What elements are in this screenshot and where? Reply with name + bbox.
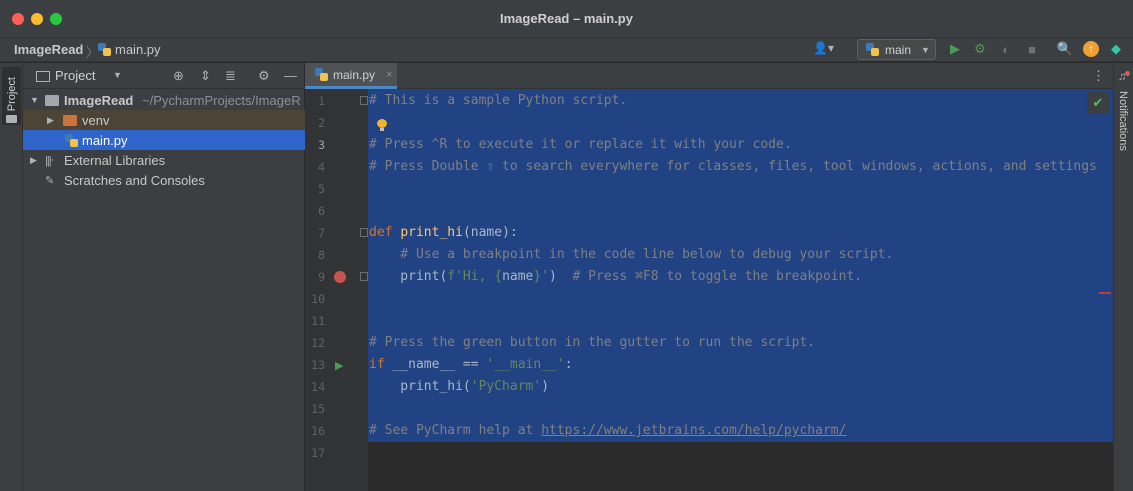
tab-main-py[interactable]: main.py × [305, 63, 397, 89]
expand-all-icon[interactable]: ⇕ [200, 68, 211, 84]
line-number: 2 [318, 116, 325, 130]
tree-item-imageread[interactable]: ▼ ImageRead ~/PycharmProjects/ImageR [23, 90, 305, 110]
collapse-all-icon[interactable]: ≣ [225, 68, 236, 84]
code-line-9: print(f'Hi, {name}') # Press ⌘F8 to togg… [369, 269, 863, 284]
code-line-13: if __name__ == '__main__': [369, 357, 573, 372]
line-number: 9 [318, 270, 325, 284]
tree-item-label: Scratches and Consoles [64, 172, 205, 188]
line-number: 14 [311, 380, 325, 394]
breadcrumb-file[interactable]: main.py [98, 42, 161, 57]
more-options-icon[interactable]: ⋮ [1092, 68, 1105, 84]
editor-tabs: main.py × ⋮ [305, 63, 1113, 89]
line-number: 11 [311, 314, 325, 328]
chevron-right-icon[interactable]: ▶ [47, 115, 54, 126]
update-icon[interactable]: ↑ [1083, 41, 1099, 57]
help-link[interactable]: https://www.jetbrains.com/help/pycharm/ [541, 423, 846, 438]
hide-icon[interactable]: — [284, 68, 297, 83]
tree-item-external-libraries[interactable]: ▶ |||‧ External Libraries [23, 150, 305, 170]
line-number: 13 [311, 358, 325, 372]
tab-label: main.py [333, 67, 376, 82]
tree-item-scratches[interactable]: ✎ Scratches and Consoles [23, 170, 305, 190]
run-configuration-select[interactable]: main ▼ [857, 39, 936, 60]
run-configuration-label: main [885, 42, 912, 57]
tree-item-label: External Libraries [64, 152, 166, 168]
tree-item-venv[interactable]: ▶ venv [23, 110, 305, 130]
line-number: 16 [311, 424, 325, 438]
line-number: 8 [318, 248, 325, 262]
project-tool-tab-label: Project [6, 77, 18, 112]
gear-icon[interactable]: ⚙ [258, 68, 270, 84]
right-tool-stripe: ♫ Notifications [1113, 63, 1133, 491]
breadcrumb-file-label: main.py [115, 42, 161, 57]
python-file-icon [65, 133, 78, 147]
folder-icon [63, 114, 77, 126]
navigation-bar: ImageRead 〉 main.py 👤▾ main ▼ ▶ ⚙ ◐ ■ 🔍 … [0, 38, 1133, 62]
line-number: 15 [311, 402, 325, 416]
debug-icon[interactable]: ⚙ [972, 41, 988, 57]
title-bar: ImageRead – main.py [0, 0, 1133, 38]
run-icon[interactable]: ▶ [947, 41, 963, 57]
folder-icon [6, 115, 17, 123]
breadcrumb-project[interactable]: ImageRead [14, 42, 83, 57]
folder-icon [45, 94, 59, 106]
error-stripe-mark[interactable] [1099, 292, 1111, 294]
chevron-right-icon[interactable]: ▶ [30, 155, 37, 166]
scratches-icon: ✎ [45, 174, 54, 187]
line-number: 4 [318, 160, 325, 174]
code-line-4: # Press Double ⇧ to search everywhere fo… [369, 159, 1097, 174]
breakpoint-icon[interactable] [334, 271, 346, 283]
locate-icon[interactable]: ⊕ [173, 68, 184, 84]
python-icon [866, 43, 879, 56]
notification-badge [1125, 71, 1130, 76]
code-line-7: def print_hi(name): [369, 225, 518, 240]
notifications-tab[interactable]: Notifications [1117, 91, 1129, 151]
code-line-3: # Press ^R to execute it or replace it w… [369, 137, 792, 152]
code-line-14: print_hi('PyCharm') [369, 379, 550, 394]
stop-icon[interactable]: ■ [1024, 41, 1040, 57]
folder-icon [36, 71, 50, 82]
project-panel-header: Project ▼ ⊕ ⇕ ≣ ⚙ — [23, 63, 305, 89]
chevron-down-icon[interactable]: ▼ [113, 70, 122, 80]
line-number: 17 [311, 446, 325, 460]
tree-item-label: venv [82, 112, 110, 128]
line-number: 5 [318, 182, 325, 196]
editor-gutter[interactable]: 1 2 3 4 5 6 7 8 9 10 11 12 13 14 15 16 1… [305, 89, 368, 491]
library-icon: |||‧ [45, 154, 54, 167]
tree-item-main-py[interactable]: main.py [23, 130, 305, 150]
tree-item-label: main.py [82, 132, 128, 148]
line-number: 6 [318, 204, 325, 218]
project-view-select[interactable]: Project [55, 68, 95, 83]
chevron-down-icon[interactable]: ▼ [30, 95, 39, 105]
chevron-down-icon: ▼ [921, 44, 930, 55]
close-icon[interactable]: × [386, 69, 392, 81]
coverage-icon[interactable]: ◐ [998, 41, 1014, 57]
tree-item-label: ImageRead [64, 92, 134, 108]
python-file-icon [315, 68, 328, 81]
fold-icon[interactable] [360, 96, 368, 105]
line-number: 1 [318, 94, 325, 108]
code-line-16: # See PyCharm help at https://www.jetbra… [369, 423, 847, 438]
fold-icon[interactable] [360, 228, 368, 237]
python-file-icon [98, 43, 111, 56]
code-editor[interactable]: ✔ # This is a sample Python script. # Pr… [368, 89, 1113, 491]
inspection-ok-icon[interactable]: ✔ [1087, 92, 1109, 114]
window-title: ImageRead – main.py [500, 11, 633, 26]
code-line-8: # Use a breakpoint in the code line belo… [369, 247, 894, 262]
line-number: 7 [318, 226, 325, 240]
tree-item-path: ~/PycharmProjects/ImageR [142, 92, 301, 108]
line-number: 10 [311, 292, 325, 306]
run-gutter-icon[interactable]: ▶ [335, 359, 343, 372]
code-line-1: # This is a sample Python script. [369, 93, 628, 108]
left-tool-stripe: Project [0, 63, 23, 491]
line-number: 3 [318, 138, 325, 152]
lightbulb-icon[interactable] [377, 119, 387, 131]
fold-icon[interactable] [360, 272, 368, 281]
search-icon[interactable]: 🔍 [1057, 41, 1073, 57]
user-icon[interactable]: 👤▾ [813, 41, 839, 59]
code-line-12: # Press the green button in the gutter t… [369, 335, 816, 350]
jetbrains-icon[interactable]: ◆ [1108, 41, 1124, 57]
project-panel: Project ▼ ⊕ ⇕ ≣ ⚙ — ▼ ImageRead ~/Pychar… [23, 63, 305, 491]
line-number: 12 [311, 336, 325, 350]
